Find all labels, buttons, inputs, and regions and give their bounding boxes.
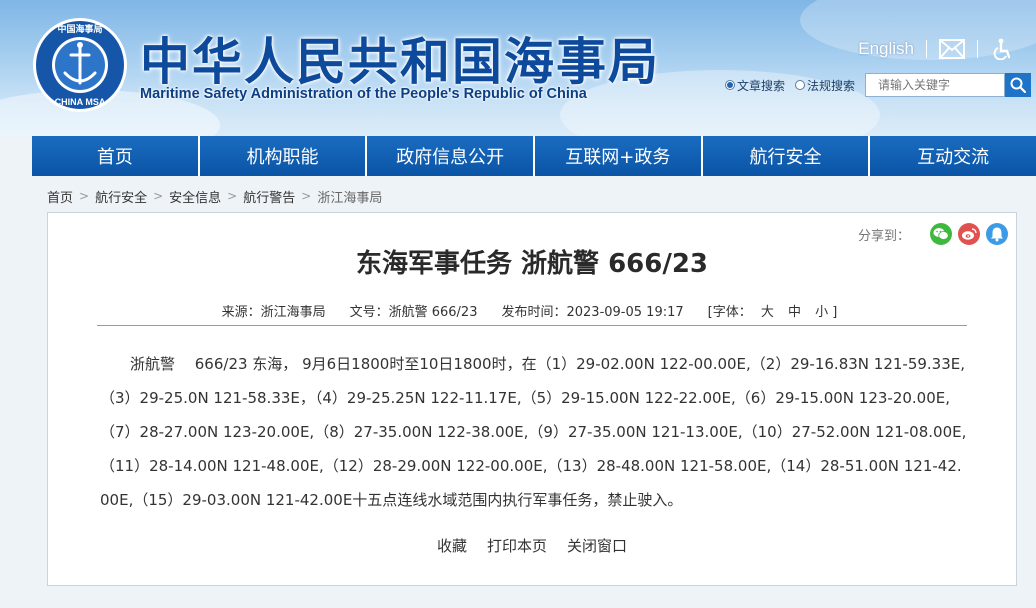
breadcrumb: 首页 > 航行安全 > 安全信息 > 航行警告 > 浙江海事局 bbox=[47, 186, 382, 206]
font-size-large[interactable]: 大 bbox=[761, 305, 774, 320]
print-link[interactable]: 打印本页 bbox=[487, 535, 547, 556]
nav-item-functions[interactable]: 机构职能 bbox=[199, 136, 368, 176]
qq-share-button[interactable] bbox=[986, 223, 1008, 245]
english-link[interactable]: English bbox=[858, 39, 914, 59]
article-meta: 来源：浙江海事局 文号：浙航警 666/23 发布时间：2023-09-05 1… bbox=[48, 301, 1016, 320]
breadcrumb-nav-warning[interactable]: 航行警告 bbox=[243, 187, 295, 206]
article-actions: 收藏 打印本页 关闭窗口 bbox=[48, 535, 1016, 556]
weibo-share-button[interactable] bbox=[958, 223, 980, 245]
breadcrumb-home[interactable]: 首页 bbox=[47, 187, 73, 206]
top-links: English bbox=[858, 36, 1016, 62]
search-button[interactable] bbox=[1005, 73, 1031, 97]
chevron-right-icon: > bbox=[227, 189, 238, 203]
font-size-options: [字体： 大 中 小 ] bbox=[708, 301, 843, 320]
breadcrumb-nav-safety[interactable]: 航行安全 bbox=[95, 187, 147, 206]
radio-label: 文章搜索 bbox=[736, 78, 785, 93]
wechat-share-button[interactable] bbox=[930, 223, 952, 245]
meta-source: 来源：浙江海事局 bbox=[221, 305, 326, 320]
site-header: 中国海事局 CHINA MSA 中华人民共和国海事局 Maritime Safe… bbox=[0, 0, 1036, 136]
article-title: 东海军事任务 浙航警 666/23 bbox=[355, 249, 709, 279]
chevron-right-icon: > bbox=[153, 189, 164, 203]
radio-dot[interactable] bbox=[794, 80, 805, 90]
chevron-right-icon: > bbox=[301, 189, 312, 203]
radio-law-search[interactable]: 法规搜索 bbox=[794, 77, 855, 94]
search-icon bbox=[1010, 77, 1026, 93]
share-label: 分享到： bbox=[857, 228, 910, 244]
site-title-cn: 中华人民共和国海事局 bbox=[140, 33, 660, 91]
article-container: 分享到： 东海军事任务 浙航警 666/23 来源：浙江海事局 文号：浙航警 6… bbox=[47, 212, 1017, 586]
wechat-icon bbox=[933, 228, 949, 240]
logo-top-text: 中国海事局 bbox=[57, 23, 102, 35]
site-title-en: Maritime Safety Administration of the Pe… bbox=[140, 86, 587, 102]
close-window-link[interactable]: 关闭窗口 bbox=[567, 535, 627, 556]
chevron-right-icon: > bbox=[79, 189, 90, 203]
font-size-label: [字体： bbox=[707, 305, 752, 320]
nav-item-home[interactable]: 首页 bbox=[32, 136, 200, 176]
mail-icon[interactable] bbox=[939, 38, 965, 60]
share-bar: 分享到： bbox=[858, 223, 1008, 245]
radio-label: 法规搜索 bbox=[806, 78, 855, 93]
breadcrumb-safety-info[interactable]: 安全信息 bbox=[169, 187, 221, 206]
article-body: 浙航警 666/23 东海， 9月6日1800时至10日1800时，在（1）29… bbox=[100, 355, 967, 509]
search-input[interactable] bbox=[865, 73, 1005, 97]
main-nav: 首页 机构职能 政府信息公开 互联网+政务 航行安全 互动交流 bbox=[32, 136, 1036, 176]
title-divider bbox=[97, 325, 967, 326]
weibo-icon bbox=[962, 228, 977, 240]
logo-bottom-text: CHINA MSA bbox=[55, 97, 106, 107]
meta-publish-time: 发布时间：2023-09-05 19:17 bbox=[501, 305, 684, 320]
divider bbox=[926, 40, 927, 58]
font-size-medium[interactable]: 中 bbox=[788, 305, 801, 320]
meta-doc-number: 文号：浙航警 666/23 bbox=[349, 305, 478, 320]
radio-dot-selected[interactable] bbox=[724, 80, 735, 90]
breadcrumb-zhejiang-msa[interactable]: 浙江海事局 bbox=[317, 187, 382, 206]
font-size-small[interactable]: 小 ] bbox=[815, 305, 837, 320]
nav-item-gov-info[interactable]: 政府信息公开 bbox=[367, 136, 536, 176]
accessibility-icon[interactable] bbox=[990, 38, 1016, 60]
favorite-link[interactable]: 收藏 bbox=[437, 535, 467, 556]
divider bbox=[977, 40, 978, 58]
nav-item-interaction[interactable]: 互动交流 bbox=[870, 136, 1036, 176]
bell-icon bbox=[991, 227, 1003, 242]
nav-item-nav-safety[interactable]: 航行安全 bbox=[702, 136, 871, 176]
msa-logo[interactable]: 中国海事局 CHINA MSA bbox=[32, 17, 128, 113]
nav-item-internet-gov[interactable]: 互联网+政务 bbox=[535, 136, 703, 176]
radio-article-search[interactable]: 文章搜索 bbox=[724, 77, 785, 94]
search-area: 文章搜索 法规搜索 bbox=[724, 72, 1031, 98]
